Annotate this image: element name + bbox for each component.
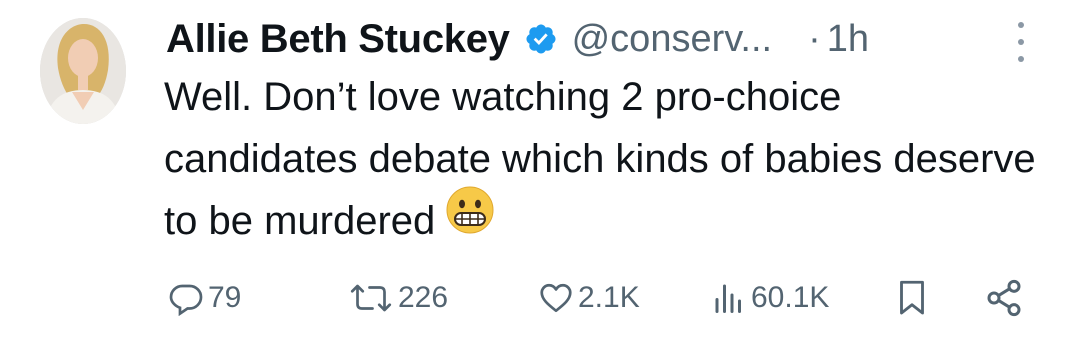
time-separator: · <box>808 17 821 60</box>
more-options-icon[interactable] <box>1010 22 1032 62</box>
share-button[interactable] <box>984 272 1024 324</box>
heart-icon <box>540 283 572 313</box>
views-button[interactable]: 60.1K <box>711 272 829 324</box>
author-handle[interactable]: @conserv... <box>572 18 772 61</box>
verified-badge-icon <box>524 22 558 56</box>
reply-icon <box>169 284 203 316</box>
share-icon <box>987 279 1021 317</box>
view-count: 60.1K <box>751 281 830 314</box>
retweet-button[interactable]: 226 <box>348 272 448 324</box>
like-button[interactable]: 2.1K <box>538 272 640 324</box>
views-chart-icon <box>715 284 741 313</box>
tweet-text-content: Well. Don’t love watching 2 pro-choice c… <box>164 75 1036 243</box>
like-count: 2.1K <box>578 281 640 314</box>
tweet-header: Allie Beth Stuckey @conserv... · 1h <box>166 10 1046 68</box>
retweet-count: 226 <box>398 281 449 314</box>
tweet-time[interactable]: 1h <box>827 18 869 61</box>
author-name[interactable]: Allie Beth Stuckey <box>166 17 510 62</box>
reply-count: 79 <box>208 281 242 314</box>
bookmark-button[interactable] <box>894 272 930 324</box>
reply-button[interactable]: 79 <box>168 272 241 324</box>
avatar-image <box>40 18 126 124</box>
retweet-icon <box>350 284 392 312</box>
tweet-actions: 79 226 2.1K 60.1K <box>168 272 1048 324</box>
avatar[interactable] <box>40 18 126 124</box>
tweet-text: Well. Don’t love watching 2 pro-choice c… <box>164 66 1044 253</box>
grimacing-face-emoji-icon <box>445 185 495 253</box>
bookmark-icon <box>900 280 924 315</box>
